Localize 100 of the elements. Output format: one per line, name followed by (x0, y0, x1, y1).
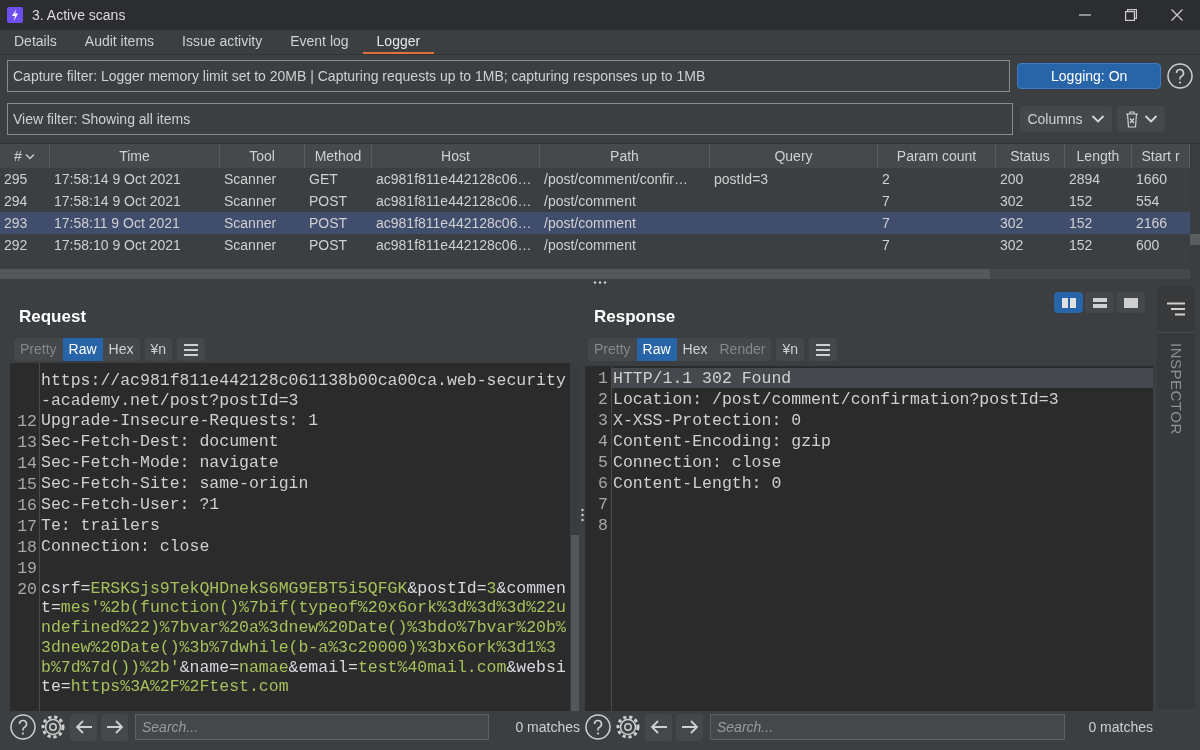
chevron-down-icon (1090, 114, 1105, 124)
table-cell-text: Scanner (224, 213, 277, 233)
back-button[interactable] (70, 713, 97, 741)
table-cell-text: GET (309, 169, 338, 189)
stacked-layout-icon (1091, 296, 1108, 309)
line-number: 8 (598, 516, 608, 535)
menu-button[interactable] (177, 338, 206, 361)
arrow-left-icon (73, 719, 94, 735)
single-pane-icon (1122, 296, 1139, 309)
columns-dropdown[interactable]: Columns (1020, 106, 1112, 132)
tab[interactable]: Event log (276, 30, 363, 54)
capture-filter-field[interactable]: Capture filter: Logger memory limit set to 20MB | Capturing requests up to 1MB; capturing responses up to 1MB (7, 60, 1011, 92)
menu-button[interactable] (809, 338, 837, 361)
close-icon (1171, 9, 1183, 21)
arrow-left-icon (648, 719, 669, 735)
code-line: Upgrade-Insecure-Requests: 1 (41, 410, 320, 431)
line-number: 15 (17, 474, 37, 494)
table-cell-text: 152 (1069, 213, 1093, 233)
search-field[interactable]: Search... (710, 714, 1065, 740)
scrollbar[interactable] (0, 269, 990, 279)
view-tab[interactable]: Raw (62, 338, 103, 361)
table-cell-text: 200 (1000, 169, 1024, 189)
table-cell-text: 17:58:10 9 Oct 2021 (54, 235, 181, 255)
table-cell-text: POST (309, 235, 348, 255)
table-row[interactable]: 293 17:58:11 9 Oct 2021 Scanner POST ac981f811e442128c06… /post/comment 7 302 152 2166 (0, 212, 1190, 234)
view-tab[interactable]: Raw (636, 338, 677, 361)
table-cell-text: 294 (4, 191, 28, 211)
table-cell-text: 302 (1000, 235, 1024, 255)
grip-icon[interactable] (593, 281, 607, 284)
tab[interactable]: Audit items (70, 30, 169, 54)
chevron-down-icon (1143, 114, 1158, 124)
trash-icon (1124, 110, 1139, 128)
scrollbar[interactable] (571, 535, 579, 711)
code-line: Connection: close (41, 536, 211, 557)
menu-icon (183, 342, 200, 357)
table-cell-text: /post/comment/confir… (544, 169, 688, 189)
match-count: 0 matches (1088, 717, 1153, 737)
table-cell-text: 292 (4, 235, 28, 255)
help-icon[interactable] (1167, 63, 1193, 89)
line-number: 18 (17, 537, 37, 557)
settings-icon[interactable] (40, 714, 66, 740)
help-icon[interactable] (10, 714, 36, 740)
view-tab[interactable]: Hex (676, 338, 714, 361)
tab[interactable]: Details (0, 30, 71, 54)
code-line: Sec-Fetch-User: ?1 (41, 494, 221, 515)
line-number: 20 (17, 579, 37, 599)
logging-toggle-button[interactable]: Logging: On (1017, 63, 1161, 89)
table-cell-text: ac981f811e442128c06… (376, 169, 532, 189)
settings-icon[interactable] (615, 714, 641, 740)
tab[interactable]: Logger (362, 30, 435, 54)
code-line: Location: /post/comment/confirmation?postId=3 (613, 390, 1059, 409)
inspector-tab[interactable]: INSPECTOR (1164, 343, 1188, 435)
table-cell-text: 7 (882, 213, 890, 233)
table-cell-text: Scanner (224, 169, 277, 189)
pane-title: Request (19, 307, 87, 326)
line-number: 17 (17, 516, 37, 536)
table-cell-text: postId=3 (714, 169, 769, 189)
table-cell-text: 554 (1136, 191, 1160, 211)
forward-button[interactable] (676, 713, 703, 741)
newline-toggle-button[interactable]: ¥n (776, 338, 804, 361)
table-cell-text: 2 (882, 169, 890, 189)
table-cell-text: POST (309, 213, 348, 233)
search-field[interactable]: Search... (135, 714, 489, 740)
table-cell-text: 17:58:14 9 Oct 2021 (54, 169, 181, 189)
line-number: 6 (598, 474, 608, 493)
help-icon[interactable] (585, 714, 611, 740)
inspector-menu-icon[interactable] (1166, 302, 1186, 316)
newline-toggle-button[interactable]: ¥n (144, 338, 173, 361)
table-cell-text: 302 (1000, 191, 1024, 211)
line-number: 7 (598, 495, 608, 514)
line-number: 14 (17, 453, 37, 473)
back-button[interactable] (645, 713, 672, 741)
view-tab[interactable]: Hex (102, 338, 140, 361)
table-cell-text: 295 (4, 169, 28, 189)
table-cell-text: ac981f811e442128c06… (376, 213, 532, 233)
line-number: 5 (598, 453, 608, 472)
code-line: Sec-Fetch-Dest: document (41, 431, 280, 452)
table-cell-text: Scanner (224, 235, 277, 255)
forward-button[interactable] (101, 713, 128, 741)
code-line: Te: trailers (41, 515, 161, 536)
clear-dropdown[interactable] (1117, 106, 1165, 132)
code-line: Content-Length: 0 (613, 474, 782, 493)
code-line: Connection: close (613, 453, 782, 472)
layout-button[interactable] (1116, 292, 1145, 313)
scrollbar[interactable] (1190, 234, 1200, 245)
code-line: csrf=ERSKSjs9TekQHDnekS6MG9EBT5i5QFGK&postId=3&comment=mes'%2b(function()%7bif(typeof%20x6ork%3d%3d%3d%22undefined%22)%7bvar%20a%3dnew%20Date()%3bdo%7bvar%20b%3dnew%20Date()%3b%7dwhile(b-a%3c20000)%3bx6ork%3d1%3b%7d%7d())%2b'&name=namae&email=test%40mail.com&website=https%3A%2F%2Ftest.com (41, 578, 567, 697)
table-cell-text: 2894 (1069, 169, 1101, 189)
line-number: 4 (598, 432, 608, 451)
line-number: 16 (17, 495, 37, 515)
view-filter-field[interactable]: View filter: Showing all items (7, 103, 1013, 135)
table-cell-text: 2166 (1136, 213, 1168, 233)
line-number: 12 (17, 411, 37, 431)
line-number: 1 (598, 369, 608, 388)
layout-button[interactable] (1054, 292, 1083, 313)
layout-button[interactable] (1085, 292, 1114, 313)
arrow-right-icon (679, 719, 700, 735)
tab[interactable]: Issue activity (168, 30, 277, 54)
table-cell-text: 1660 (1136, 169, 1168, 189)
grip-icon[interactable] (581, 507, 584, 522)
table-cell-text: 7 (882, 191, 890, 211)
